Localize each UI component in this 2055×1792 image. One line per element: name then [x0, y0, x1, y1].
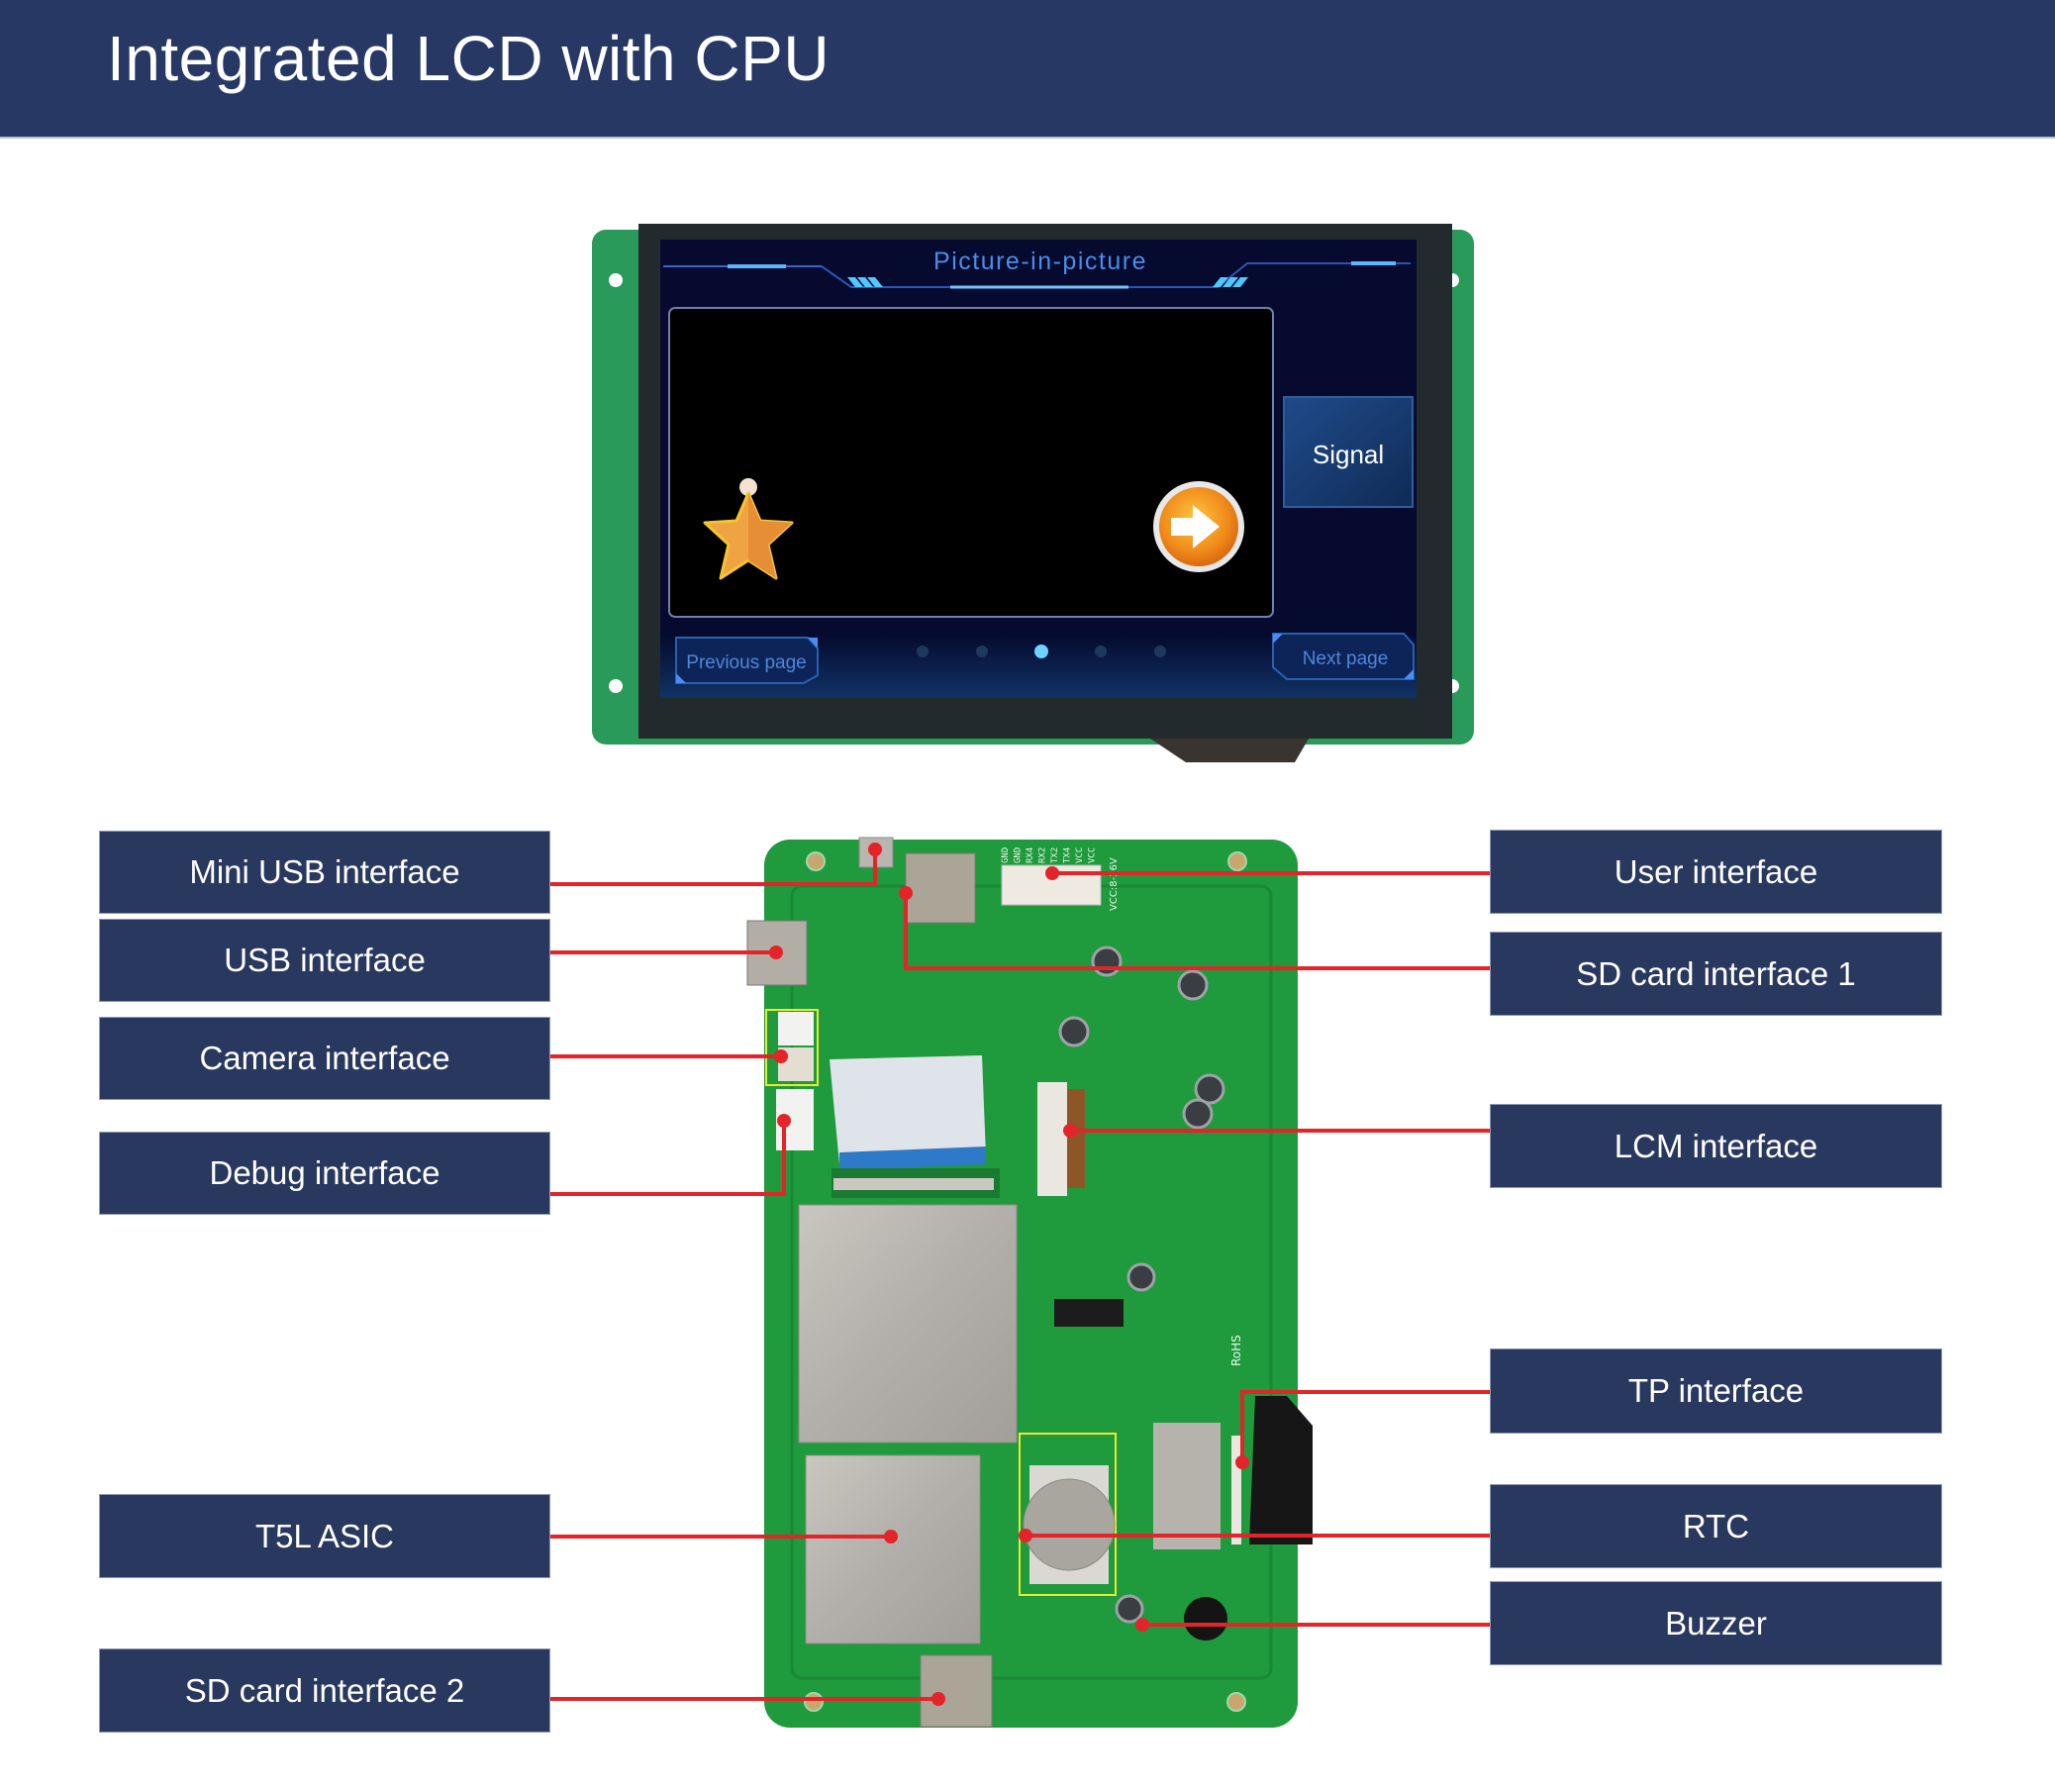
marker-dot-buzzer — [1135, 1618, 1149, 1632]
label-lcm-interface: LCM interface — [1490, 1104, 1942, 1188]
marker-dot-t5l — [884, 1530, 898, 1543]
label-text: LCM interface — [1614, 1127, 1818, 1164]
marker-dot-user — [1045, 866, 1059, 880]
marker-dot-lcm — [1063, 1124, 1077, 1138]
marker-dot-sd2 — [931, 1692, 945, 1706]
label-text: Camera interface — [199, 1040, 450, 1076]
label-mini-usb: Mini USB interface — [99, 831, 550, 914]
label-text: Mini USB interface — [189, 853, 460, 890]
label-sd-card-1: SD card interface 1 — [1490, 932, 1942, 1016]
label-text: TP interface — [1627, 1372, 1805, 1409]
marker-dot-sd1 — [899, 886, 913, 900]
label-usb: USB interface — [99, 919, 550, 1002]
label-tp-interface: TP interface — [1490, 1348, 1942, 1434]
label-rtc: RTC — [1490, 1484, 1942, 1568]
label-user-interface: User interface — [1490, 830, 1942, 914]
marker-dot-usb — [769, 946, 783, 959]
marker-dot-tp — [1235, 1455, 1249, 1469]
label-text: T5L ASIC — [254, 1517, 394, 1554]
label-text: Debug interface — [209, 1154, 440, 1191]
leader-line-debug — [550, 1121, 786, 1196]
label-camera: Camera interface — [99, 1017, 550, 1100]
leader-line-sd1 — [904, 893, 1490, 970]
marker-dot-debug — [777, 1114, 791, 1128]
label-debug: Debug interface — [99, 1132, 550, 1215]
label-text: SD card interface 2 — [184, 1671, 465, 1709]
label-text: Buzzer — [1665, 1604, 1767, 1642]
leader-line-mini-usb — [550, 849, 877, 886]
label-text: USB interface — [224, 942, 426, 978]
marker-dot-mini-usb — [868, 843, 882, 856]
marker-dot-camera — [774, 1049, 788, 1063]
leader-line-tp — [1240, 1390, 1490, 1462]
label-text: RTC — [1682, 1507, 1750, 1544]
label-t5l-asic: T5L ASIC — [99, 1494, 550, 1578]
label-text: SD card interface 1 — [1576, 954, 1856, 992]
label-text: User interface — [1614, 852, 1818, 890]
label-buzzer: Buzzer — [1490, 1581, 1942, 1665]
marker-dot-rtc — [1019, 1529, 1032, 1543]
label-sd-card-2: SD card interface 2 — [99, 1648, 550, 1733]
